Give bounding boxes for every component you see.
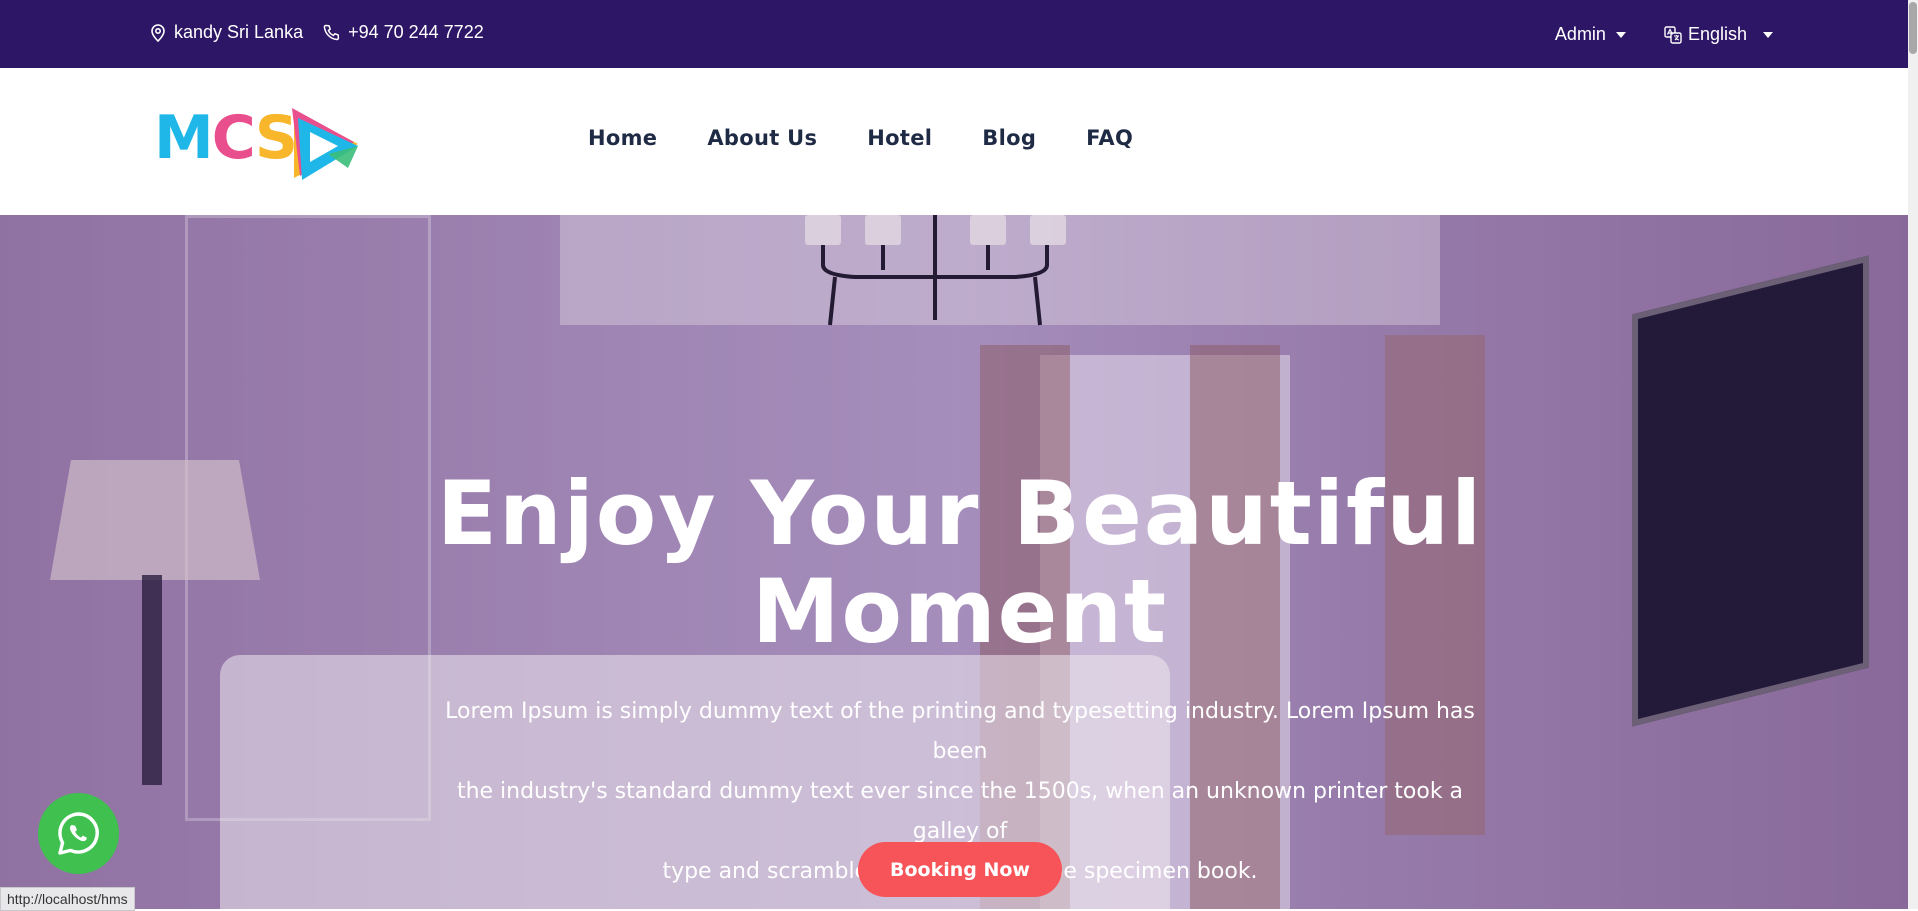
play-logo-icon: [292, 108, 358, 180]
contact-info: kandy Sri Lanka +94 70 244 7722: [150, 22, 484, 43]
hero-title: Enjoy Your Beautiful Moment: [420, 465, 1500, 661]
chevron-down-icon: [1615, 32, 1626, 39]
scrollbar-thumb[interactable]: [1909, 2, 1917, 54]
admin-label: Admin: [1554, 24, 1606, 44]
nav-about-us[interactable]: About Us: [707, 126, 817, 150]
translate-icon: [1664, 25, 1682, 44]
admin-dropdown[interactable]: Admin: [1555, 24, 1626, 45]
chevron-down-icon: [1763, 31, 1773, 38]
phone-item[interactable]: +94 70 244 7722: [323, 22, 484, 43]
top-bar: kandy Sri Lanka +94 70 244 7722 Admin En…: [0, 0, 1918, 68]
hero-description-line1: Lorem Ipsum is simply dummy text of the …: [445, 699, 1475, 764]
hero-bg-chandelier: [805, 215, 1066, 326]
booking-now-button[interactable]: Booking Now: [858, 842, 1062, 897]
location-text: kandy Sri Lanka: [174, 22, 304, 42]
map-pin-icon: [150, 23, 166, 42]
hero-bg-lamp-base: [142, 575, 162, 785]
hero-bg-lamp-shade: [50, 460, 260, 580]
nav-hotel[interactable]: Hotel: [867, 126, 932, 150]
whatsapp-button[interactable]: [38, 793, 119, 874]
language-label: English: [1687, 24, 1747, 44]
hero-banner: Enjoy Your Beautiful Moment Lorem Ipsum …: [0, 215, 1918, 909]
nav-blog[interactable]: Blog: [982, 126, 1036, 150]
topbar-menus: Admin English: [1555, 24, 1773, 45]
hero-title-line2: Moment: [751, 560, 1169, 663]
hero-bg-tv: [1632, 255, 1869, 727]
location-item: kandy Sri Lanka: [150, 22, 303, 43]
nav-faq[interactable]: FAQ: [1086, 126, 1133, 150]
main-nav: Home About Us Hotel Blog FAQ: [588, 126, 1133, 150]
phone-text: +94 70 244 7722: [348, 22, 484, 42]
hero-title-line1: Enjoy Your Beautiful: [436, 462, 1484, 565]
page-scrollbar[interactable]: [1908, 0, 1918, 909]
phone-icon: [323, 24, 340, 41]
nav-home[interactable]: Home: [588, 126, 657, 150]
logo-wordmark: MCS: [154, 103, 298, 173]
hero-description-line2: the industry's standard dummy text ever …: [456, 779, 1464, 844]
site-logo[interactable]: MCS: [154, 100, 364, 185]
language-dropdown[interactable]: English: [1664, 24, 1773, 45]
whatsapp-icon: [57, 811, 99, 855]
browser-status-url: http://localhost/hms: [0, 887, 135, 911]
